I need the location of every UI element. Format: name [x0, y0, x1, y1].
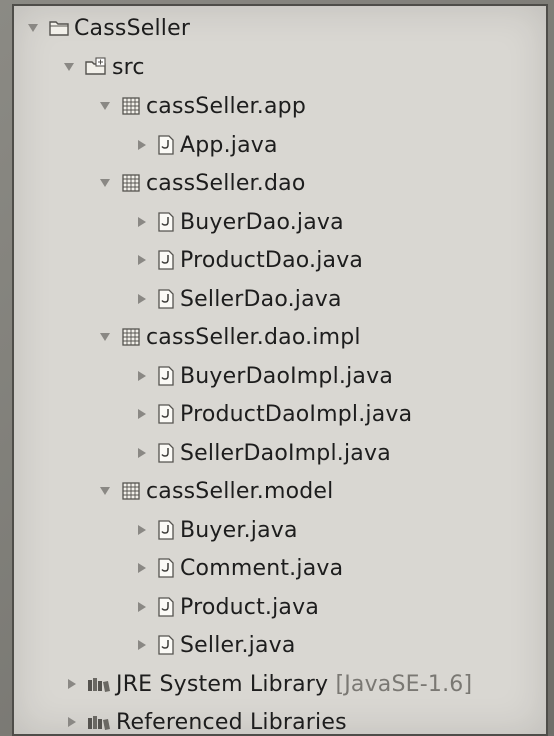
collapsed-arrow-icon[interactable]: [138, 140, 146, 150]
tree-node-file[interactable]: Buyer.java: [136, 512, 298, 548]
tree-node-file[interactable]: SellerDaoImpl.java: [136, 435, 391, 471]
java-file-icon: [156, 557, 176, 579]
collapsed-arrow-icon[interactable]: [68, 717, 76, 727]
tree-node-file[interactable]: Seller.java: [136, 627, 296, 663]
tree-node-src[interactable]: src: [64, 49, 145, 85]
tree-node-file[interactable]: App.java: [136, 127, 278, 163]
file-label: SellerDaoImpl.java: [180, 440, 391, 466]
package-icon: [120, 326, 142, 348]
file-label: SellerDao.java: [180, 286, 342, 312]
collapsed-arrow-icon[interactable]: [138, 409, 146, 419]
package-label: cassSeller.dao: [146, 170, 306, 196]
java-file-icon: [156, 211, 176, 233]
project-tree: CassSeller src cassSeller.app App.java cas…: [14, 6, 546, 734]
file-label: Product.java: [180, 594, 320, 620]
tree-node-file[interactable]: ProductDao.java: [136, 242, 363, 278]
file-label: Seller.java: [180, 632, 296, 658]
file-label: Comment.java: [180, 555, 344, 581]
collapsed-arrow-icon[interactable]: [138, 525, 146, 535]
java-file-icon: [156, 249, 176, 271]
file-label: ProductDao.java: [180, 247, 364, 273]
tree-node-library[interactable]: JRE System Library [JavaSE-1.6]: [66, 666, 472, 702]
file-label: BuyerDao.java: [180, 209, 344, 235]
tree-node-file[interactable]: Comment.java: [136, 550, 343, 586]
tree-node-package[interactable]: cassSeller.model: [100, 473, 333, 509]
collapsed-arrow-icon[interactable]: [138, 448, 146, 458]
tree-node-file[interactable]: BuyerDaoImpl.java: [136, 358, 393, 394]
collapsed-arrow-icon[interactable]: [138, 294, 146, 304]
collapsed-arrow-icon[interactable]: [138, 371, 146, 381]
library-suffix: [JavaSE-1.6]: [335, 671, 473, 697]
java-file-icon: [156, 596, 176, 618]
tree-node-project[interactable]: CassSeller: [28, 10, 190, 46]
package-label: cassSeller.dao.impl: [146, 324, 361, 350]
java-file-icon: [156, 288, 176, 310]
file-label: BuyerDaoImpl.java: [180, 363, 394, 389]
src-label: src: [112, 54, 145, 80]
file-label: Buyer.java: [180, 517, 298, 543]
project-folder-icon: [48, 18, 70, 38]
tree-node-file[interactable]: SellerDao.java: [136, 281, 342, 317]
package-label: cassSeller.app: [146, 93, 306, 119]
expand-arrow-icon[interactable]: [64, 63, 74, 71]
java-file-icon: [156, 442, 176, 464]
file-label: App.java: [180, 132, 278, 158]
java-file-icon: [156, 403, 176, 425]
tree-node-package[interactable]: cassSeller.dao: [100, 165, 306, 201]
library-label: JRE System Library: [116, 671, 329, 697]
java-file-icon: [156, 634, 176, 656]
package-icon: [120, 172, 142, 194]
expand-arrow-icon[interactable]: [28, 24, 38, 32]
collapsed-arrow-icon[interactable]: [138, 602, 146, 612]
package-label: cassSeller.model: [146, 478, 334, 504]
collapsed-arrow-icon[interactable]: [138, 255, 146, 265]
tree-node-library[interactable]: Referenced Libraries: [66, 704, 347, 735]
project-label: CassSeller: [74, 15, 191, 41]
library-label: Referenced Libraries: [116, 709, 347, 735]
java-file-icon: [156, 519, 176, 541]
expand-arrow-icon[interactable]: [100, 102, 110, 110]
java-file-icon: [156, 365, 176, 387]
file-label: ProductDaoImpl.java: [180, 401, 413, 427]
expand-arrow-icon[interactable]: [100, 487, 110, 495]
package-icon: [120, 480, 142, 502]
java-file-icon: [156, 134, 176, 156]
library-icon: [86, 712, 112, 732]
collapsed-arrow-icon[interactable]: [138, 640, 146, 650]
expand-arrow-icon[interactable]: [100, 179, 110, 187]
collapsed-arrow-icon[interactable]: [138, 217, 146, 227]
tree-node-file[interactable]: BuyerDao.java: [136, 204, 344, 240]
tree-node-file[interactable]: ProductDaoImpl.java: [136, 396, 412, 432]
collapsed-arrow-icon[interactable]: [138, 563, 146, 573]
library-icon: [86, 674, 112, 694]
collapsed-arrow-icon[interactable]: [68, 679, 76, 689]
expand-arrow-icon[interactable]: [100, 333, 110, 341]
tree-node-package[interactable]: cassSeller.dao.impl: [100, 319, 361, 355]
tree-node-file[interactable]: Product.java: [136, 589, 319, 625]
package-explorer-panel: CassSeller src cassSeller.app App.java cas…: [12, 4, 548, 736]
source-folder-icon: [84, 57, 108, 77]
package-icon: [120, 95, 142, 117]
tree-node-package[interactable]: cassSeller.app: [100, 88, 306, 124]
